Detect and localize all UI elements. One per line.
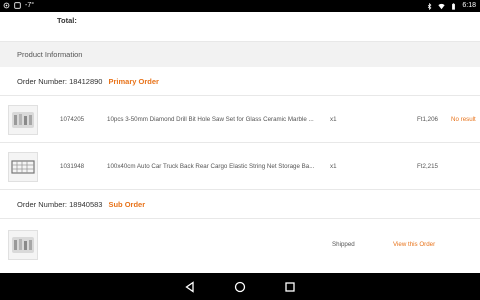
total-row: Total: (0, 12, 480, 42)
drill-bit-set-image (12, 112, 34, 128)
product-info-header: Product Information (0, 42, 480, 67)
product-quantity: x1 (330, 116, 337, 123)
wifi-icon (438, 3, 446, 9)
product-id: 1031948 (60, 163, 85, 170)
home-icon (234, 281, 246, 292)
battery-icon (452, 2, 456, 10)
bluetooth-icon (428, 2, 432, 10)
product-status: No result (451, 116, 476, 123)
product-quantity: x1 (330, 163, 337, 170)
temperature-text: -7° (25, 2, 35, 9)
order-tag-primary: Primary Order (108, 76, 159, 86)
product-thumbnail[interactable] (8, 152, 38, 182)
product-name[interactable]: 100x40cm Auto Car Truck Back Rear Cargo … (107, 143, 319, 190)
order-number-row: Order Number: 18940583 Sub Order (0, 190, 480, 219)
cargo-net-image (11, 160, 35, 174)
notification-icon (14, 2, 21, 9)
product-row[interactable]: 1074205 10pcs 3-50mm Diamond Drill Bit H… (0, 96, 480, 143)
order-detail-content: Total: Product Information Order Number:… (0, 12, 480, 273)
recents-button[interactable] (283, 280, 297, 294)
order-number: Order Number: 18940583 (17, 199, 103, 209)
order-number: Order Number: 18412890 (17, 76, 103, 86)
product-thumbnail[interactable] (8, 230, 38, 260)
product-info-title: Product Information (17, 50, 83, 59)
drill-bit-set-image (12, 237, 34, 253)
product-name[interactable]: 10pcs 3-50mm Diamond Drill Bit Hole Saw … (107, 96, 319, 143)
product-price: Ft2,215 (417, 163, 438, 170)
product-id: 1074205 (60, 116, 85, 123)
back-icon (185, 280, 194, 293)
product-thumbnail[interactable] (8, 105, 38, 135)
product-row[interactable]: Shipped View this Order (0, 219, 480, 273)
clock: 6:18 (462, 2, 476, 9)
view-order-link[interactable]: View this Order (393, 219, 435, 271)
settings-icon (3, 2, 10, 9)
recents-icon (285, 281, 295, 292)
back-button[interactable] (183, 280, 197, 294)
status-bar: -7° 6:18 (0, 0, 480, 12)
product-price: Ft1,206 (417, 116, 438, 123)
navigation-bar (0, 273, 480, 300)
product-row[interactable]: 1031948 100x40cm Auto Car Truck Back Rea… (0, 143, 480, 190)
home-button[interactable] (233, 280, 247, 294)
order-number-row: Order Number: 18412890 Primary Order (0, 67, 480, 96)
total-label: Total: (57, 16, 77, 25)
shipping-status: Shipped (332, 241, 355, 248)
order-tag-sub: Sub Order (108, 199, 146, 209)
